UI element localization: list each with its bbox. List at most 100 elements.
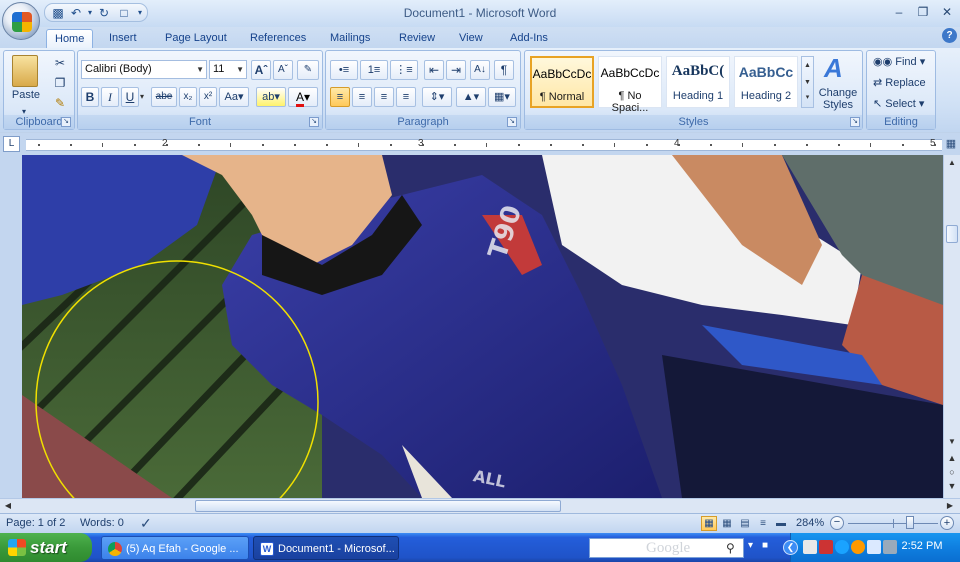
page-count-status[interactable]: Page: 1 of 2 (6, 517, 65, 529)
styles-gallery-scroller[interactable]: ▲ ▼ ▾ (801, 56, 814, 108)
customize-qat-icon[interactable]: ▾ (133, 6, 147, 20)
clipboard-launcher-icon[interactable]: ↘ (61, 117, 71, 127)
scroll-left-arrow-icon[interactable]: ◀ (2, 500, 14, 512)
font-name-combo[interactable]: Calibri (Body) ▼ (81, 60, 207, 79)
tab-references[interactable]: References (242, 29, 314, 48)
next-page-icon[interactable]: ▼ (944, 479, 960, 493)
google-search-box[interactable]: Google ⚲ (589, 538, 744, 558)
zoom-slider-thumb[interactable] (906, 516, 914, 529)
undo-icon[interactable]: ↶ (69, 6, 83, 20)
numbering-icon[interactable]: 1≡ (360, 60, 388, 80)
subscript-icon[interactable]: x₂ (179, 87, 197, 107)
style-heading-1[interactable]: AaBbC( Heading 1 (666, 56, 730, 108)
grow-font-icon[interactable]: Aˆ (251, 60, 271, 80)
taskbar-toolbar-icon[interactable]: ■ (762, 540, 768, 551)
office-button[interactable] (2, 2, 40, 40)
align-right-icon[interactable]: ≡ (374, 87, 394, 107)
change-styles-button[interactable]: A Change Styles (818, 53, 858, 113)
tab-add-ins[interactable]: Add-Ins (502, 29, 556, 48)
start-button[interactable]: start (0, 533, 92, 562)
scroll-up-arrow-icon[interactable]: ▲ (944, 155, 960, 171)
clock[interactable]: 2:52 PM (892, 540, 952, 552)
font-launcher-icon[interactable]: ↘ (309, 117, 319, 127)
scroll-down-icon[interactable]: ▼ (802, 74, 813, 91)
format-painter-icon[interactable]: ✎ (50, 93, 70, 113)
font-size-combo[interactable]: 11 ▼ (209, 60, 247, 79)
font-color-icon[interactable]: A▾ (288, 87, 318, 107)
tab-home[interactable]: Home (46, 29, 94, 48)
bold-icon[interactable]: B (81, 87, 99, 107)
undo-dropdown-icon[interactable]: ▾ (83, 6, 97, 20)
horizontal-scrollbar[interactable]: ◀ ▶ (0, 498, 960, 513)
tray-utility-icon[interactable] (867, 540, 881, 554)
tab-view[interactable]: View (451, 29, 491, 48)
align-center-icon[interactable]: ≡ (352, 87, 372, 107)
change-case-icon[interactable]: Aa▾ (219, 87, 249, 107)
copy-icon[interactable]: ❐ (50, 73, 70, 93)
tab-review[interactable]: Review (391, 29, 443, 48)
redo-icon[interactable]: ↻ (97, 6, 111, 20)
underline-icon[interactable]: U (121, 87, 139, 107)
previous-page-icon[interactable]: ▲ (944, 451, 960, 465)
bullets-icon[interactable]: •≡ (330, 60, 358, 80)
search-icon[interactable]: ⚲ (726, 541, 735, 555)
gallery-more-icon[interactable]: ▾ (802, 91, 813, 105)
save-icon[interactable]: ▩ (51, 6, 65, 20)
web-layout-icon[interactable]: ▤ (737, 516, 753, 531)
outline-view-icon[interactable]: ≡ (755, 516, 771, 531)
sort-icon[interactable]: A↓ (470, 60, 490, 80)
styles-launcher-icon[interactable]: ↘ (850, 117, 860, 127)
new-document-icon[interactable]: □ (117, 6, 131, 20)
zoom-out-icon[interactable]: − (830, 516, 844, 530)
borders-icon[interactable]: ▦▾ (488, 87, 516, 107)
align-left-icon[interactable]: ≡ (330, 87, 350, 107)
paste-button[interactable]: Paste (8, 89, 44, 101)
tab-selector-icon[interactable]: L (3, 136, 20, 152)
clear-formatting-icon[interactable]: ✎ (297, 60, 319, 80)
scroll-down-arrow-icon[interactable]: ▼ (944, 435, 960, 449)
vertical-scroll-thumb[interactable] (946, 225, 958, 243)
tab-mailings[interactable]: Mailings (322, 29, 378, 48)
justify-icon[interactable]: ≡ (396, 87, 416, 107)
help-icon[interactable]: ? (942, 28, 957, 43)
full-screen-reading-icon[interactable]: ▦ (719, 516, 735, 531)
tab-insert[interactable]: Insert (101, 29, 145, 48)
style-normal[interactable]: AaBbCcDc ¶ Normal (530, 56, 594, 108)
underline-dropdown-icon[interactable]: ▾ (140, 92, 144, 101)
horizontal-scroll-thumb[interactable] (195, 500, 561, 512)
paragraph-launcher-icon[interactable]: ↘ (507, 117, 517, 127)
superscript-icon[interactable]: x² (199, 87, 217, 107)
multilevel-list-icon[interactable]: ⋮≡ (390, 60, 418, 80)
line-spacing-icon[interactable]: ⇕▾ (422, 87, 452, 107)
zoom-level[interactable]: 284% (796, 517, 824, 529)
taskbar-item-chrome[interactable]: (5) Aq Efah - Google ... (101, 536, 249, 560)
increase-indent-icon[interactable]: ⇥ (446, 60, 466, 80)
shield-icon[interactable] (835, 540, 849, 554)
paste-icon[interactable] (12, 55, 38, 87)
show-hidden-icons-icon[interactable]: ❮ (783, 540, 798, 555)
highlight-color-icon[interactable]: ab▾ (256, 87, 286, 107)
scroll-right-arrow-icon[interactable]: ▶ (944, 500, 956, 512)
view-ruler-icon[interactable]: ▦ (944, 137, 958, 151)
shading-icon[interactable]: ▲▾ (456, 87, 486, 107)
vertical-scrollbar[interactable]: ▲ ▼ ▲ ○ ▼ (943, 155, 960, 498)
select-button[interactable]: ↖ Select ▾ (873, 97, 935, 110)
proofing-icon[interactable]: ✓ (140, 515, 152, 532)
show-formatting-icon[interactable]: ¶ (494, 60, 514, 80)
strikethrough-icon[interactable]: abe (151, 87, 177, 107)
taskbar-item-word[interactable]: W Document1 - Microsof... (253, 536, 399, 560)
style-no-spacing[interactable]: AaBbCcDc ¶ No Spaci... (598, 56, 662, 114)
style-heading-2[interactable]: AaBbCc Heading 2 (734, 56, 798, 108)
replace-button[interactable]: ⇄ Replace (873, 76, 935, 89)
document-page[interactable]: T90 ALL (22, 155, 943, 498)
search-dropdown-icon[interactable]: ▾ (748, 540, 753, 551)
chrome-tray-icon[interactable] (851, 540, 865, 554)
network-icon[interactable] (803, 540, 817, 554)
tray-app-icon[interactable] (819, 540, 833, 554)
zoom-in-icon[interactable]: + (940, 516, 954, 530)
cut-icon[interactable]: ✂ (50, 53, 70, 73)
restore-button[interactable]: ❐ (912, 4, 934, 20)
print-layout-view-icon[interactable]: ▦ (701, 516, 717, 531)
italic-icon[interactable]: I (101, 87, 119, 107)
shrink-font-icon[interactable]: Aˇ (273, 60, 293, 80)
